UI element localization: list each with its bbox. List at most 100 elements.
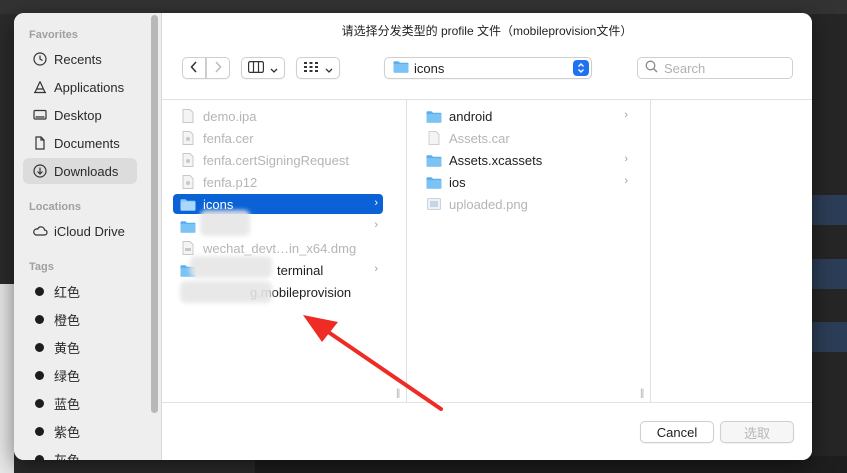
sidebar-tag-orange[interactable]: 橙色 bbox=[23, 306, 137, 332]
tag-label: 灰色 bbox=[54, 452, 81, 461]
chevron-right-icon: › bbox=[624, 109, 628, 121]
file-row[interactable]: fenfa.p12 bbox=[173, 172, 383, 192]
tag-dot-icon bbox=[35, 426, 44, 436]
sidebar-item-applications[interactable]: Applications bbox=[23, 74, 137, 100]
folder-icon bbox=[393, 60, 409, 76]
chevron-down-icon bbox=[325, 61, 333, 76]
sidebar-item-documents[interactable]: Documents bbox=[23, 130, 137, 156]
file-row[interactable]: Assets.car bbox=[423, 128, 633, 148]
folder-icon bbox=[426, 152, 442, 168]
sidebar-tag-green[interactable]: 绿色 bbox=[23, 362, 137, 388]
tag-label: 红色 bbox=[54, 284, 81, 300]
tag-label: 橙色 bbox=[54, 312, 81, 328]
file-name: wechat_devt…in_x64.dmg bbox=[203, 240, 357, 256]
file-row[interactable]: wechat_devt…in_x64.dmg bbox=[173, 238, 383, 258]
file-row[interactable]: fenfa.certSigningRequest bbox=[173, 150, 383, 170]
back-button[interactable] bbox=[182, 57, 206, 79]
locations-section-label: Locations bbox=[29, 201, 81, 213]
file-row[interactable]: demo.ipa bbox=[173, 106, 383, 126]
tag-label: 蓝色 bbox=[54, 396, 81, 412]
file-icon bbox=[180, 108, 196, 124]
redaction-blur bbox=[190, 256, 272, 278]
folder-row[interactable]: Assets.xcassets › bbox=[423, 150, 633, 170]
background-app-left-panel bbox=[0, 284, 14, 473]
clock-icon bbox=[32, 51, 48, 67]
column-browser: demo.ipa fenfa.cer fenfa.certSigningRequ… bbox=[162, 99, 812, 403]
sidebar-item-recents[interactable]: Recents bbox=[23, 46, 137, 72]
image-file-icon bbox=[426, 196, 442, 212]
file-name: demo.ipa bbox=[203, 108, 257, 124]
chevron-right-icon: › bbox=[374, 219, 378, 231]
sidebar-item-label: Documents bbox=[54, 135, 120, 151]
file-name: fenfa.p12 bbox=[203, 174, 258, 190]
sidebar-item-icloud-drive[interactable]: iCloud Drive bbox=[23, 218, 137, 244]
favorites-section-label: Favorites bbox=[29, 29, 78, 41]
desktop-icon bbox=[32, 107, 48, 123]
folder-icon bbox=[180, 218, 196, 234]
file-row[interactable]: uploaded.png bbox=[423, 194, 633, 214]
sidebar-tag-yellow[interactable]: 黄色 bbox=[23, 334, 137, 360]
sidebar-scrollbar[interactable] bbox=[151, 15, 158, 413]
chevron-right-icon: › bbox=[624, 175, 628, 187]
browser-column-1: demo.ipa fenfa.cer fenfa.certSigningRequ… bbox=[162, 100, 407, 403]
sidebar-item-label: Desktop bbox=[54, 107, 102, 123]
group-view-button[interactable] bbox=[296, 57, 340, 79]
tag-label: 绿色 bbox=[54, 368, 81, 384]
document-icon bbox=[32, 135, 48, 151]
file-icon bbox=[426, 130, 442, 146]
column-resize-handle[interactable]: || bbox=[396, 388, 400, 399]
columns-view-icon bbox=[248, 60, 265, 76]
sidebar-tag-blue[interactable]: 蓝色 bbox=[23, 390, 137, 416]
sidebar-item-downloads[interactable]: Downloads bbox=[23, 158, 137, 184]
sidebar-item-label: Downloads bbox=[54, 163, 119, 179]
forward-button[interactable] bbox=[206, 57, 230, 79]
sidebar-tag-red[interactable]: 红色 bbox=[23, 278, 137, 304]
tag-dot-icon bbox=[35, 370, 44, 380]
certificate-icon bbox=[180, 152, 196, 168]
sidebar-tag-purple[interactable]: 紫色 bbox=[23, 418, 137, 444]
chevron-right-icon bbox=[214, 60, 222, 76]
file-name: uploaded.png bbox=[449, 196, 528, 212]
search-input[interactable] bbox=[664, 60, 784, 76]
choose-button[interactable]: 选取 bbox=[720, 421, 794, 443]
file-name: Assets.xcassets bbox=[449, 152, 543, 168]
chevron-down-icon bbox=[270, 61, 278, 76]
chevron-left-icon bbox=[190, 60, 198, 76]
sidebar-item-label: iCloud Drive bbox=[54, 223, 125, 239]
file-row[interactable]: fenfa.cer bbox=[173, 128, 383, 148]
file-name: ios bbox=[449, 174, 466, 190]
location-popup[interactable]: icons bbox=[384, 57, 592, 79]
cancel-button[interactable]: Cancel bbox=[640, 421, 714, 443]
sidebar-item-label: Recents bbox=[54, 51, 102, 67]
grid-view-icon bbox=[303, 61, 319, 76]
tag-label: 紫色 bbox=[54, 424, 81, 440]
certificate-icon bbox=[180, 130, 196, 146]
tag-dot-icon bbox=[35, 398, 44, 408]
folder-row[interactable]: android › bbox=[423, 106, 633, 126]
sidebar-item-desktop[interactable]: Desktop bbox=[23, 102, 137, 128]
file-browser-main: 请选择分发类型的 profile 文件（mobileprovision文件） i… bbox=[162, 13, 812, 460]
file-name: fenfa.cer bbox=[203, 130, 254, 146]
open-file-dialog: Favorites Recents Applications Desktop D… bbox=[14, 13, 812, 460]
sidebar-tag-gray[interactable]: 灰色 bbox=[23, 446, 137, 460]
tag-dot-icon bbox=[35, 286, 44, 296]
file-name: Assets.car bbox=[449, 130, 510, 146]
disk-image-icon bbox=[180, 240, 196, 256]
folder-icon bbox=[426, 108, 442, 124]
search-field[interactable] bbox=[637, 57, 793, 79]
chevron-right-icon: › bbox=[374, 263, 378, 275]
tag-dot-icon bbox=[35, 454, 44, 460]
file-name: fenfa.certSigningRequest bbox=[203, 152, 349, 168]
folder-row[interactable]: ios › bbox=[423, 172, 633, 192]
cloud-icon bbox=[32, 223, 48, 239]
downloads-icon bbox=[32, 163, 48, 179]
column-view-button[interactable] bbox=[241, 57, 285, 79]
column-resize-handle[interactable]: || bbox=[640, 388, 644, 399]
folder-icon bbox=[180, 196, 196, 212]
chevron-right-icon: › bbox=[624, 153, 628, 165]
applications-icon bbox=[32, 79, 48, 95]
folder-icon bbox=[426, 174, 442, 190]
tag-dot-icon bbox=[35, 314, 44, 324]
chevron-right-icon: › bbox=[374, 197, 378, 209]
tag-label: 黄色 bbox=[54, 340, 81, 356]
